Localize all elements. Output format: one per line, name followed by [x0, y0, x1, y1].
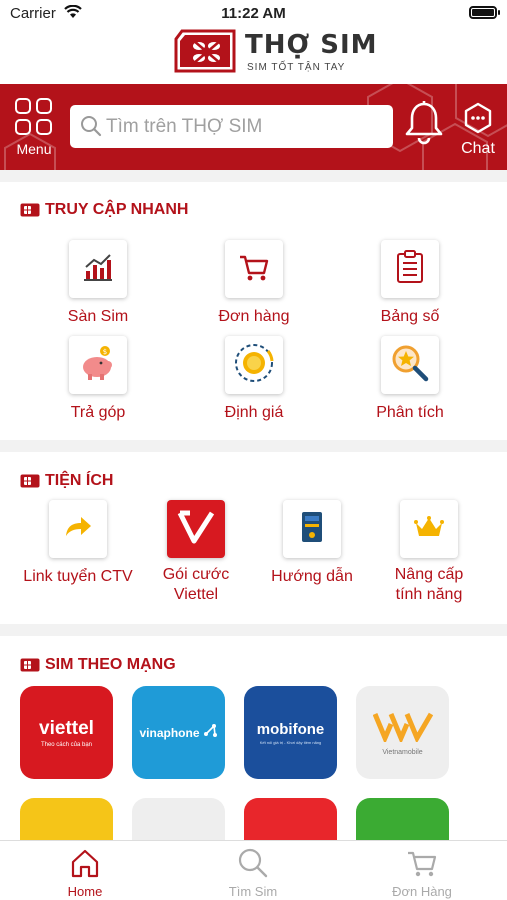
tile-label: Phân tích — [376, 404, 444, 421]
share-arrow-icon — [63, 514, 93, 545]
tile-label: Hướng dẫn — [271, 568, 353, 585]
sim-card-icon — [20, 203, 40, 217]
network-slogan: Kết nối giá trị - Khơi dậy tiềm năng — [259, 739, 322, 745]
utility-tile-link-tuyen-ctv[interactable]: Link tuyển CTV — [14, 500, 142, 587]
guide-book-icon — [300, 511, 324, 548]
search-icon — [237, 848, 269, 882]
utility-tile-huong-dan[interactable]: Hướng dẫn — [248, 500, 376, 587]
tab-label: Home — [67, 884, 103, 899]
bar-chart-icon — [82, 251, 114, 288]
brand-tagline: SIM TỐT TẬN TAY — [247, 62, 346, 73]
tile-label: Sàn Sim — [67, 308, 129, 325]
sim-card-icon — [20, 658, 40, 672]
brand-name: THỢ SIM — [245, 30, 378, 60]
network-vietnamobile[interactable]: Vietnamobile — [356, 686, 449, 779]
network-tile-8[interactable] — [356, 798, 449, 840]
vinaphone-star-icon — [202, 722, 218, 743]
tab-tim-sim[interactable]: Tìm Sim — [203, 847, 303, 899]
brand-header: THỢ SIM SIM TỐT TẬN TAY — [0, 26, 507, 84]
v-logo-icon — [176, 509, 216, 550]
quick-tile-bang-so[interactable]: Bảng số — [360, 240, 460, 327]
quick-access-section: TRUY CẬP NHANH Sàn Sim Đơn hàng Bảng số … — [0, 182, 507, 440]
tab-don-hang[interactable]: Đơn Hàng — [372, 847, 472, 899]
tile-label: Bảng số — [380, 308, 440, 325]
section-title-text: SIM THEO MẠNG — [45, 656, 176, 673]
grid-menu-icon — [15, 98, 53, 136]
crown-icon — [414, 515, 444, 544]
section-title-text: TIỆN ÍCH — [45, 472, 114, 489]
utility-tile-goi-cuoc-viettel[interactable]: Gói cước Viettel — [132, 500, 260, 605]
network-tile-7[interactable] — [244, 798, 337, 840]
utilities-section: TIỆN ÍCH Link tuyển CTV Gói cước Viettel… — [0, 452, 507, 624]
network-slogan: Theo cách của bạn — [40, 741, 93, 748]
tile-label-line1: Nâng cấp — [394, 566, 464, 583]
tab-label: Đơn Hàng — [392, 884, 452, 899]
cart-icon — [238, 251, 270, 288]
quick-tile-tra-gop[interactable]: $ Trả góp — [48, 336, 148, 423]
magnify-star-icon — [390, 343, 430, 388]
networks-section: SIM THEO MẠNG viettel Theo cách của bạn … — [0, 636, 507, 840]
vietnamobile-logo-icon — [372, 710, 433, 747]
quick-access-title: TRUY CẬP NHANH — [20, 200, 188, 220]
tile-label: Trả góp — [70, 404, 126, 421]
utility-tile-nang-cap[interactable]: Nâng cấp tính năng — [365, 500, 493, 605]
notification-bell-icon[interactable] — [403, 100, 445, 151]
tile-label-line1: Gói cước — [162, 566, 230, 583]
bottom-tab-bar: Home Tìm Sim Đơn Hàng — [0, 840, 507, 900]
network-name: viettel — [39, 717, 94, 739]
chat-hexagon-icon — [462, 102, 494, 138]
network-tile-6[interactable] — [132, 798, 225, 840]
chat-button[interactable]: Chat — [456, 102, 500, 158]
sim-card-icon — [20, 474, 40, 488]
tab-label: Tìm Sim — [228, 884, 278, 899]
tile-label: Định giá — [224, 404, 284, 421]
svg-text:$: $ — [103, 348, 107, 356]
tile-label-line2: Viettel — [173, 586, 219, 603]
chat-label: Chat — [461, 140, 495, 157]
clipboard-icon — [396, 249, 424, 289]
network-vinaphone[interactable]: vinaphone — [132, 686, 225, 779]
search-icon — [80, 115, 102, 142]
cart-icon — [406, 851, 438, 882]
networks-title: SIM THEO MẠNG — [20, 655, 176, 675]
quick-tile-dinh-gia[interactable]: Định giá — [204, 336, 304, 423]
section-title-text: TRUY CẬP NHANH — [45, 201, 189, 218]
network-name: Vietnamobile — [382, 748, 423, 756]
network-mobifone[interactable]: mobifone Kết nối giá trị - Khơi dậy tiềm… — [244, 686, 337, 779]
utilities-title: TIỆN ÍCH — [20, 471, 113, 491]
home-icon — [69, 849, 101, 882]
tho-sim-logo-icon — [172, 27, 238, 75]
piggy-bank-icon: $ — [78, 345, 118, 386]
quick-tile-phan-tich[interactable]: Phân tích — [360, 336, 460, 423]
coin-valuation-icon — [232, 341, 276, 390]
tile-label: Đơn hàng — [218, 308, 290, 325]
quick-tile-san-sim[interactable]: Sàn Sim — [48, 240, 148, 327]
network-viettel[interactable]: viettel Theo cách của bạn — [20, 686, 113, 779]
tab-home[interactable]: Home — [35, 847, 135, 899]
menu-label: Menu — [16, 141, 52, 157]
network-name: vinaphone — [139, 725, 200, 740]
quick-tile-don-hang[interactable]: Đơn hàng — [204, 240, 304, 327]
clock: 11:22 AM — [221, 5, 286, 22]
network-tile-5[interactable] — [20, 798, 113, 840]
menu-button[interactable]: Menu — [12, 98, 56, 162]
status-bar: Carrier 11:22 AM — [0, 0, 507, 26]
tile-label-line2: tính năng — [395, 586, 463, 603]
network-name: mobifone — [256, 720, 325, 738]
tile-label: Link tuyển CTV — [23, 568, 133, 585]
search-bar[interactable] — [70, 105, 393, 148]
search-input[interactable] — [106, 105, 386, 148]
battery-icon — [469, 6, 500, 19]
top-action-bar: Menu Chat — [0, 84, 507, 170]
